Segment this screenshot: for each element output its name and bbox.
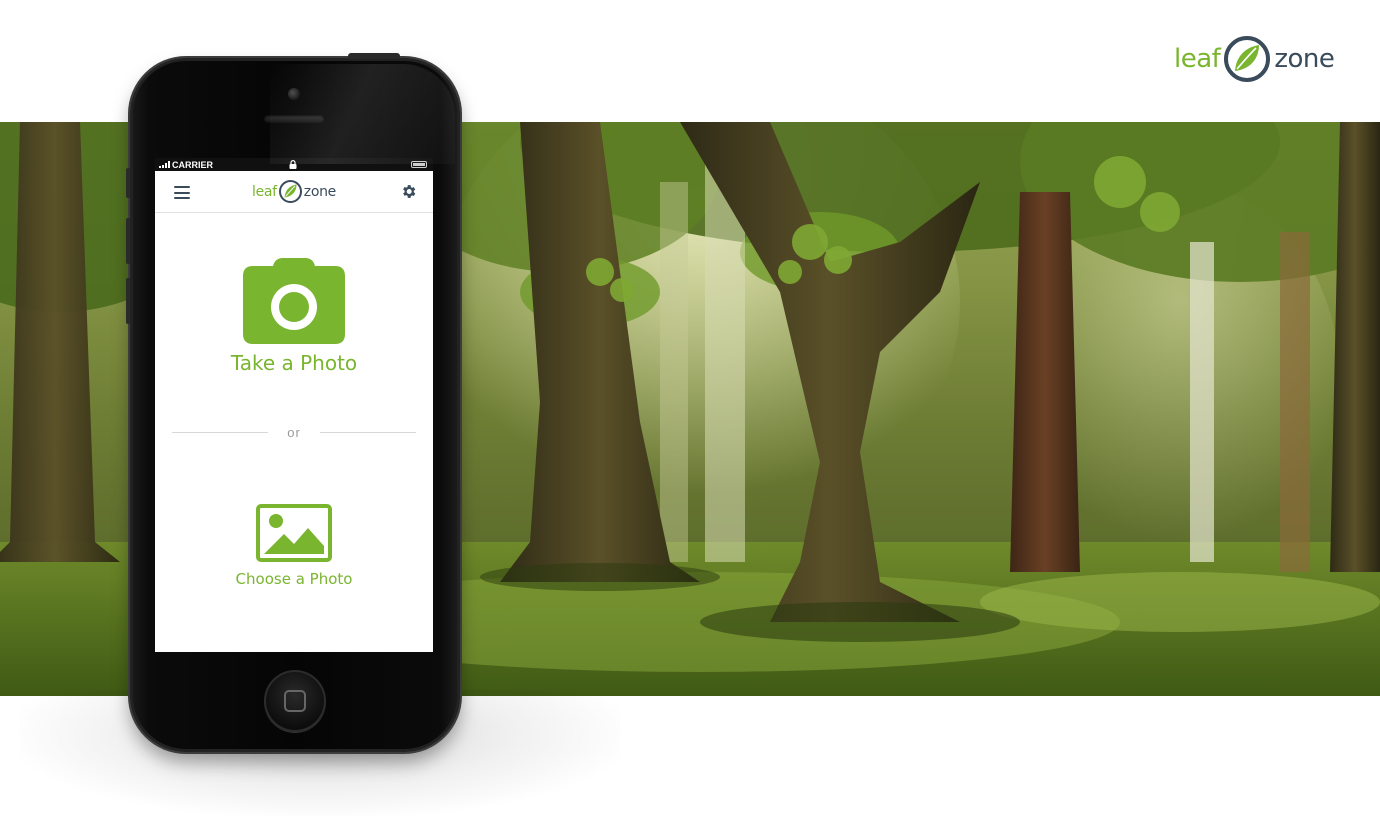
image-icon — [256, 504, 332, 562]
gear-icon[interactable] — [400, 183, 417, 200]
home-square-icon — [284, 690, 306, 712]
volume-down-button — [126, 278, 130, 324]
divider-line-left — [172, 431, 268, 433]
hamburger-menu-icon[interactable] — [174, 186, 190, 199]
divider-or-text: or — [287, 424, 301, 440]
brand-logo: leaf zone — [1174, 34, 1335, 84]
front-camera-lens — [288, 88, 300, 100]
divider-line-right — [320, 431, 416, 433]
home-button[interactable] — [264, 670, 326, 732]
signal-icon — [159, 161, 170, 168]
lock-icon — [289, 160, 297, 169]
camera-icon — [243, 258, 345, 344]
battery-icon — [411, 161, 427, 168]
power-button — [348, 53, 400, 59]
app-logo-leaf: leaf — [251, 183, 277, 200]
take-photo-button[interactable]: Take a Photo — [155, 258, 433, 375]
choose-photo-label: Choose a Photo — [235, 570, 353, 588]
phone-mockup: CARRIER leaf zone Take a Photo or Choose… — [126, 53, 460, 752]
brand-word-zone: zone — [1274, 44, 1335, 74]
screen-glare — [270, 64, 455, 164]
take-photo-label: Take a Photo — [230, 351, 358, 375]
app-screen: CARRIER leaf zone Take a Photo or Choose… — [155, 158, 433, 652]
volume-up-button — [126, 218, 130, 264]
or-divider: or — [172, 424, 416, 440]
leaf-o-icon — [1224, 36, 1271, 82]
app-navbar: leaf zone — [155, 171, 433, 213]
app-logo-zone: zone — [303, 183, 337, 200]
carrier-label: CARRIER — [172, 159, 214, 170]
earpiece-speaker — [264, 115, 324, 123]
app-logo: leaf zone — [252, 179, 336, 204]
choose-photo-button[interactable]: Choose a Photo — [155, 504, 433, 588]
mute-switch — [126, 168, 130, 198]
brand-word-leaf: leaf — [1174, 44, 1221, 74]
leaf-o-icon — [278, 180, 302, 203]
status-bar: CARRIER — [155, 158, 433, 171]
